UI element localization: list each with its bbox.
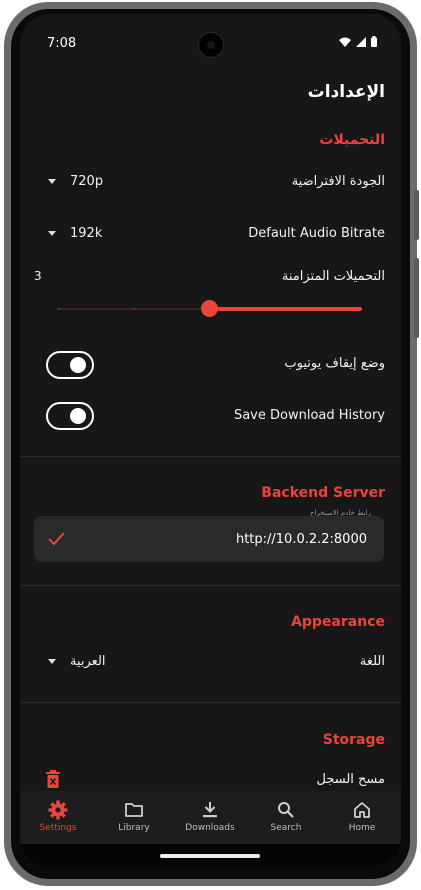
bottom-navigation: Settings Library Downloads Search Home bbox=[20, 791, 401, 844]
nav-library[interactable]: Library bbox=[96, 791, 172, 844]
concurrent-downloads-value: 3 bbox=[34, 269, 42, 283]
nav-label-home: Home bbox=[348, 823, 376, 833]
status-bar: 7:08 bbox=[20, 14, 401, 72]
default-quality-dropdown[interactable]: 720p bbox=[48, 174, 103, 189]
cell-signal-icon bbox=[356, 36, 366, 47]
save-history-toggle[interactable] bbox=[46, 402, 94, 430]
nav-home[interactable]: Home bbox=[324, 791, 400, 844]
slider-tick bbox=[58, 308, 60, 310]
nav-settings[interactable]: Settings bbox=[20, 791, 96, 844]
battery-icon bbox=[371, 36, 377, 47]
dropdown-arrow-icon bbox=[48, 659, 56, 664]
wifi-icon bbox=[339, 37, 351, 47]
section-title-appearance: Appearance bbox=[291, 614, 385, 630]
audio-bitrate-dropdown[interactable]: 192k bbox=[48, 226, 102, 241]
section-title-backend: Backend Server bbox=[261, 485, 385, 501]
youtube-pause-label: وضع إيقاف يوتيوب bbox=[284, 356, 385, 371]
default-quality-label: الجودة الافتراضية bbox=[291, 174, 385, 189]
folder-icon bbox=[125, 803, 143, 817]
page-title: الإعدادات bbox=[307, 82, 385, 102]
status-icons bbox=[339, 36, 377, 47]
concurrent-downloads-label: التحميلات المتزامنة bbox=[281, 269, 385, 284]
power-button bbox=[414, 258, 419, 338]
nav-label-library: Library bbox=[118, 823, 150, 833]
language-dropdown[interactable]: العربية bbox=[48, 654, 106, 669]
search-icon bbox=[278, 802, 294, 818]
home-icon bbox=[354, 802, 370, 818]
nav-label-search: Search bbox=[270, 823, 302, 833]
audio-bitrate-value: 192k bbox=[70, 226, 103, 241]
volume-button bbox=[414, 190, 419, 240]
save-history-label: Save Download History bbox=[233, 408, 385, 423]
dropdown-arrow-icon bbox=[48, 231, 56, 236]
toggle-knob bbox=[70, 408, 86, 424]
status-time: 7:08 bbox=[47, 36, 77, 51]
backend-url-value: http://10.0.2.2:8000 bbox=[235, 532, 367, 547]
section-title-downloads: التحميلات bbox=[319, 132, 385, 148]
language-value: العربية bbox=[70, 654, 106, 669]
backend-url-field[interactable]: http://10.0.2.2:8000 bbox=[34, 516, 384, 562]
nav-downloads[interactable]: Downloads bbox=[172, 791, 248, 844]
section-title-storage: Storage bbox=[322, 732, 385, 748]
nav-label-downloads: Downloads bbox=[185, 823, 235, 833]
default-quality-value: 720p bbox=[70, 174, 104, 189]
phone-frame: 7:08 الإعدادات التحميلات الجودة الافتراض… bbox=[0, 0, 421, 890]
divider bbox=[20, 585, 401, 586]
slider-tick bbox=[133, 308, 135, 310]
download-icon bbox=[203, 802, 217, 818]
slider-active-track bbox=[209, 307, 362, 311]
dropdown-arrow-icon bbox=[48, 179, 56, 184]
concurrent-downloads-slider[interactable] bbox=[201, 300, 218, 317]
app-screen: 7:08 الإعدادات التحميلات الجودة الافتراض… bbox=[20, 14, 401, 867]
divider bbox=[20, 456, 401, 457]
delete-icon[interactable] bbox=[46, 770, 60, 788]
nav-search[interactable]: Search bbox=[248, 791, 324, 844]
clear-history-label: مسح السجل bbox=[316, 772, 386, 787]
language-label: اللغة bbox=[359, 654, 385, 669]
nav-label-settings: Settings bbox=[39, 823, 77, 833]
home-gesture-bar[interactable] bbox=[160, 854, 260, 858]
toggle-knob bbox=[70, 357, 86, 373]
audio-bitrate-label: Default Audio Bitrate bbox=[248, 226, 385, 241]
camera-cutout bbox=[198, 32, 224, 58]
divider bbox=[20, 702, 401, 703]
check-icon bbox=[48, 532, 65, 545]
gear-icon bbox=[48, 800, 68, 820]
youtube-pause-toggle[interactable] bbox=[46, 351, 94, 379]
gesture-area bbox=[20, 844, 401, 867]
